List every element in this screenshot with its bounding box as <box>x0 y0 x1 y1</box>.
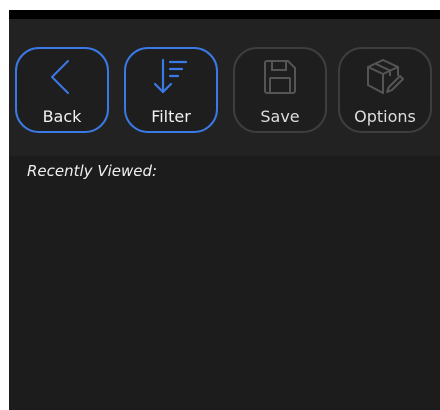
sort-down-icon <box>153 58 188 94</box>
filter-button-label: Filter <box>151 107 191 126</box>
back-button-label: Back <box>42 107 82 126</box>
floppy-disk-icon <box>264 60 296 94</box>
back-button[interactable]: Back <box>15 47 109 133</box>
recently-viewed-panel: Recently Viewed: <box>9 156 440 410</box>
app-window: Back Filter Save Options Recently Viewed… <box>9 10 440 410</box>
toolbar: Back Filter Save Options <box>9 19 440 156</box>
chevron-left-icon <box>51 60 69 94</box>
save-button-label: Save <box>260 107 300 126</box>
options-button[interactable]: Options <box>338 47 432 133</box>
options-button-label: Options <box>354 107 416 126</box>
section-title: Recently Viewed: <box>27 162 158 180</box>
save-button[interactable]: Save <box>233 47 327 133</box>
box-pencil-icon <box>367 59 404 94</box>
filter-button[interactable]: Filter <box>124 47 218 133</box>
